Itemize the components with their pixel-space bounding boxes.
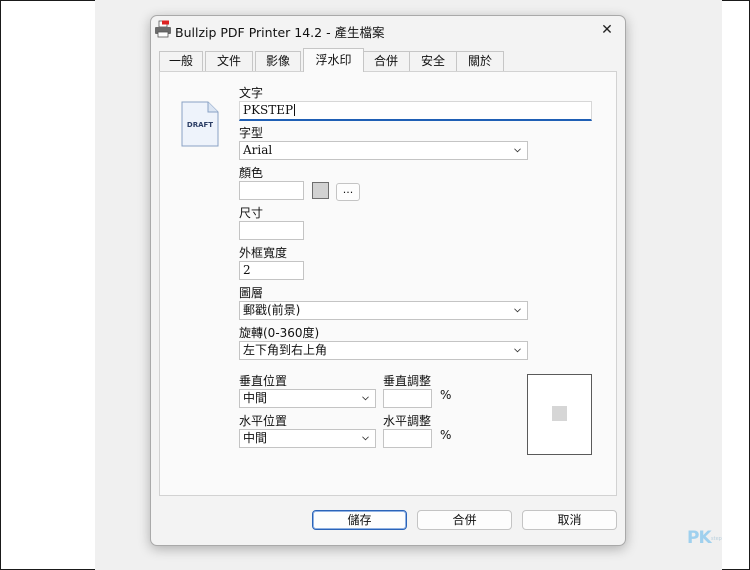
outline-width-label: 外框寬度 xyxy=(239,246,288,260)
watermark-position-preview xyxy=(527,374,592,455)
rotation-select[interactable]: 左下角到右上角 xyxy=(239,341,528,360)
title-bar: Bullzip PDF Printer 14.2 - 產生檔案 ✕ xyxy=(151,16,625,44)
color-label: 顏色 xyxy=(239,166,264,180)
tab-image[interactable]: 影像 xyxy=(255,51,301,71)
bullzip-dialog: Bullzip PDF Printer 14.2 - 產生檔案 ✕ 一般 文件 … xyxy=(150,15,626,546)
size-input[interactable] xyxy=(239,221,304,240)
vertical-adjust-percent: % xyxy=(440,388,452,402)
watermark-text-input[interactable]: PKSTEP xyxy=(239,101,592,121)
horizontal-adjust-input[interactable] xyxy=(383,429,432,448)
watermark-text-value: PKSTEP xyxy=(243,103,294,117)
pkstep-logo: PK xyxy=(687,528,712,548)
printer-app-icon xyxy=(155,20,171,38)
chevron-down-icon xyxy=(514,148,521,153)
font-select[interactable]: Arial xyxy=(239,141,528,160)
outline-width-input[interactable]: 2 xyxy=(239,261,304,280)
draft-icon-text: DRAFT xyxy=(187,121,213,129)
layer-value: 郵戳(前景) xyxy=(243,303,301,317)
close-icon: ✕ xyxy=(601,22,613,38)
chevron-down-icon xyxy=(362,396,369,401)
draft-document-icon: DRAFT xyxy=(181,101,219,147)
chevron-down-icon xyxy=(514,348,521,353)
rotation-label: 旋轉(0-360度) xyxy=(239,326,320,340)
vertical-position-select[interactable]: 中間 xyxy=(239,389,376,408)
chevron-down-icon xyxy=(514,308,521,313)
layer-label: 圖層 xyxy=(239,286,264,300)
size-label: 尺寸 xyxy=(239,206,264,220)
color-picker-button[interactable]: ... xyxy=(336,183,360,201)
merge-button[interactable]: 合併 xyxy=(417,510,512,530)
horizontal-position-select[interactable]: 中間 xyxy=(239,429,376,448)
horizontal-adjust-label: 水平調整 xyxy=(383,414,432,428)
color-input[interactable] xyxy=(239,181,304,200)
dialog-title: Bullzip PDF Printer 14.2 - 產生檔案 xyxy=(175,25,385,40)
vertical-position-label: 垂直位置 xyxy=(239,374,288,388)
tab-about[interactable]: 關於 xyxy=(456,51,504,71)
text-caret xyxy=(294,104,296,116)
rotation-value: 左下角到右上角 xyxy=(243,343,328,357)
horizontal-adjust-percent: % xyxy=(440,428,452,442)
pkstep-logo-sub: step xyxy=(711,536,722,542)
color-swatch[interactable] xyxy=(312,182,329,199)
tab-document[interactable]: 文件 xyxy=(205,51,253,71)
save-button[interactable]: 儲存 xyxy=(312,510,407,530)
text-label: 文字 xyxy=(239,86,264,100)
layer-select[interactable]: 郵戳(前景) xyxy=(239,301,528,320)
tab-general[interactable]: 一般 xyxy=(159,51,203,71)
outline-width-value: 2 xyxy=(243,263,251,277)
cancel-button[interactable]: 取消 xyxy=(522,510,617,530)
chevron-down-icon xyxy=(362,436,369,441)
horizontal-position-value: 中間 xyxy=(243,431,268,445)
vertical-adjust-label: 垂直調整 xyxy=(383,374,432,388)
vertical-adjust-input[interactable] xyxy=(383,389,432,408)
preview-watermark-marker xyxy=(552,406,567,421)
watermark-panel: DRAFT 文字 PKSTEP 字型 Arial 顏色 ... 尺寸 外框寬度 … xyxy=(159,71,617,496)
close-button[interactable]: ✕ xyxy=(596,19,618,41)
tab-watermark[interactable]: 浮水印 xyxy=(303,48,364,72)
tab-merge[interactable]: 合併 xyxy=(362,51,410,71)
horizontal-position-label: 水平位置 xyxy=(239,414,288,428)
tab-security[interactable]: 安全 xyxy=(409,51,457,71)
font-label: 字型 xyxy=(239,126,264,140)
font-value: Arial xyxy=(243,143,273,157)
vertical-position-value: 中間 xyxy=(243,391,268,405)
